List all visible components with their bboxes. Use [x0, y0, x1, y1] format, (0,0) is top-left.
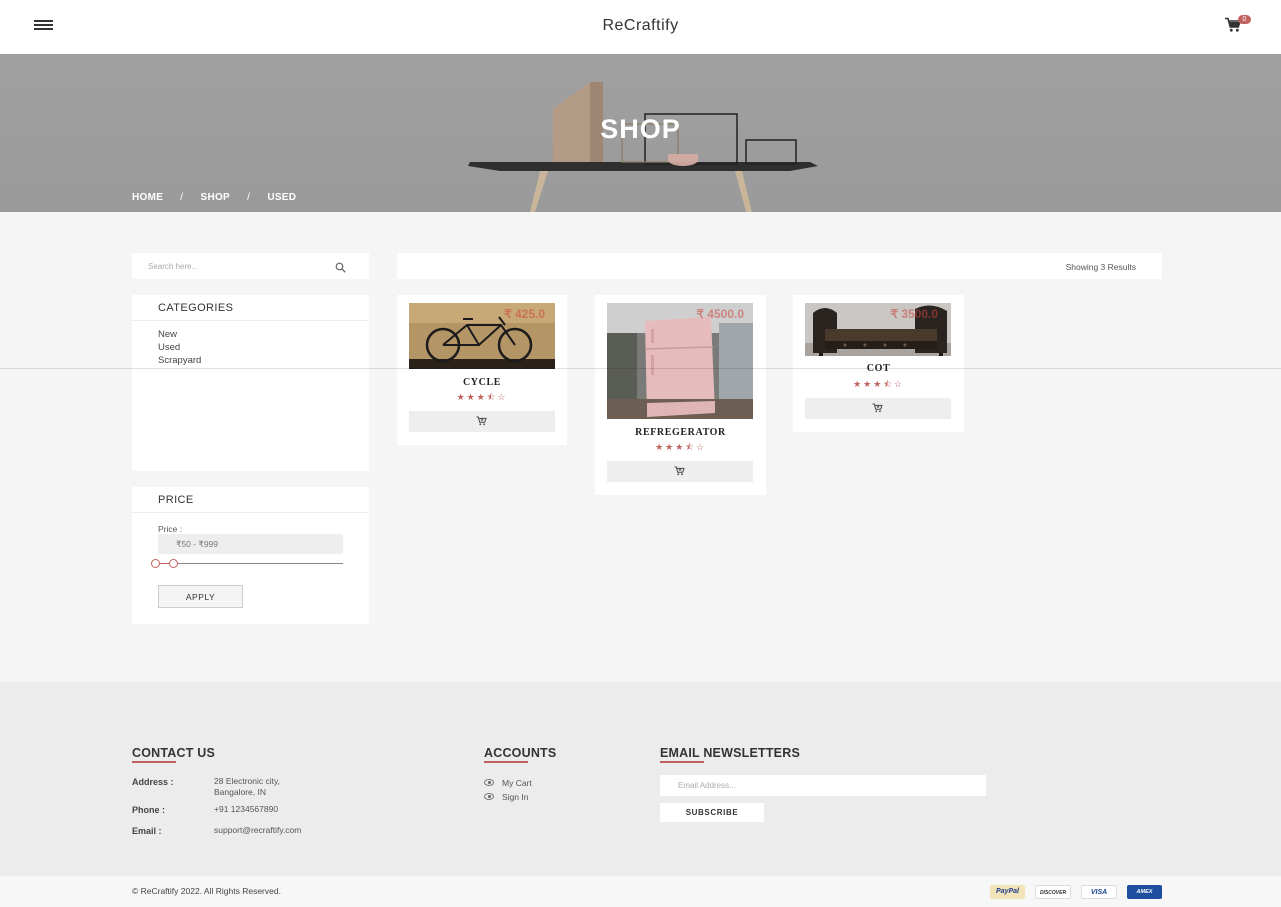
apply-price-button[interactable]: APPLY	[158, 585, 243, 608]
email-label: Email :	[132, 826, 162, 836]
eye-icon	[484, 793, 494, 800]
top-header: ReCraftify 0	[0, 0, 1281, 54]
newsletter-title: EMAIL NEWSLETTERS	[660, 746, 800, 760]
search-icon[interactable]	[335, 262, 346, 273]
search-box	[132, 253, 369, 279]
add-to-cart-button[interactable]	[409, 411, 555, 432]
divider	[132, 320, 369, 321]
breadcrumb-shop[interactable]: SHOP	[200, 192, 230, 203]
add-to-cart-icon	[476, 416, 487, 426]
product-card-refregerator[interactable]: ₹ 4500.0 REFREGERATOR ★★★⯪☆	[595, 295, 766, 495]
product-rating: ★★★⯪☆	[655, 442, 706, 452]
categories-title: CATEGORIES	[158, 302, 234, 314]
address-line-2: Bangalore, IN	[214, 787, 266, 797]
results-bar: Showing 3 Results	[397, 253, 1162, 279]
hero-title: SHOP	[600, 114, 681, 144]
email-value[interactable]: support@recraftify.com	[214, 825, 301, 836]
address-line-1: 28 Electronic city,	[214, 776, 280, 786]
product-price: ₹ 4500.0	[696, 307, 744, 321]
category-scrapyard[interactable]: Scrapyard	[158, 355, 201, 366]
cart-count-badge: 0	[1238, 15, 1251, 24]
product-name[interactable]: CYCLE	[397, 377, 567, 388]
price-slider-min-handle[interactable]	[151, 559, 160, 568]
title-underline	[660, 761, 704, 763]
subscribe-button[interactable]: SUBSCRIBE	[660, 803, 764, 822]
price-panel: PRICE Price : ₹50 - ₹999 APPLY	[132, 487, 369, 624]
product-name[interactable]: REFREGERATOR	[595, 427, 766, 438]
breadcrumb-separator: /	[180, 192, 184, 203]
contact-us-title: CONTACT US	[132, 746, 216, 760]
add-to-cart-button[interactable]	[805, 398, 951, 419]
sign-in-label: Sign In	[502, 792, 529, 802]
bottom-bar: © ReCraftify 2022. All Rights Reserved. …	[0, 876, 1281, 907]
product-card-cycle[interactable]: ₹ 425.0 CYCLE ★★★⯪☆	[397, 295, 567, 445]
my-cart-label: My Cart	[502, 778, 532, 788]
category-new[interactable]: New	[158, 329, 177, 340]
add-to-cart-icon	[674, 466, 685, 476]
product-rating: ★★★⯪☆	[456, 392, 508, 402]
product-price: ₹ 3500.0	[890, 307, 938, 321]
phone-label: Phone :	[132, 805, 165, 815]
address-label: Address :	[132, 777, 174, 787]
price-slider-track[interactable]	[152, 563, 343, 564]
price-title: PRICE	[158, 494, 194, 506]
price-label: Price :	[158, 524, 183, 534]
divider	[132, 512, 369, 513]
sign-in-link[interactable]: Sign In	[484, 792, 528, 802]
hero-banner: SHOP HOME / SHOP / USED	[0, 54, 1281, 212]
results-count: Showing 3 Results	[1065, 262, 1136, 272]
divider	[0, 368, 1281, 369]
breadcrumb-used[interactable]: USED	[267, 192, 296, 203]
product-price: ₹ 425.0	[504, 307, 545, 321]
title-underline	[132, 761, 176, 763]
my-cart-link[interactable]: My Cart	[484, 778, 532, 788]
footer	[0, 682, 1281, 876]
brand-title[interactable]: ReCraftify	[0, 17, 1281, 35]
title-underline	[484, 761, 528, 763]
product-card-cot[interactable]: ₹ 3500.0 COT ★★★⯪☆	[793, 295, 964, 432]
breadcrumb-separator: /	[247, 192, 251, 203]
discover-icon: DISCOVER	[1035, 885, 1071, 899]
price-range-field[interactable]: ₹50 - ₹999	[158, 534, 343, 554]
newsletter-email-input[interactable]	[660, 775, 986, 796]
search-input[interactable]	[148, 259, 328, 273]
accounts-title: ACCOUNTS	[484, 746, 557, 760]
product-rating: ★★★⯪☆	[853, 379, 904, 389]
category-used[interactable]: Used	[158, 342, 180, 353]
paypal-icon: PayPal	[990, 885, 1025, 899]
amex-icon: AMEX	[1127, 885, 1162, 899]
categories-panel: CATEGORIES New Used Scrapyard	[132, 295, 369, 471]
eye-icon	[484, 779, 494, 786]
phone-value: +91 1234567890	[214, 804, 279, 814]
copyright-text: © ReCraftify 2022. All Rights Reserved.	[132, 886, 281, 896]
add-to-cart-icon	[872, 403, 883, 413]
price-slider-max-handle[interactable]	[169, 559, 178, 568]
breadcrumb-home[interactable]: HOME	[132, 192, 163, 203]
add-to-cart-button[interactable]	[607, 461, 753, 482]
breadcrumb: HOME / SHOP / USED	[132, 192, 310, 203]
visa-icon: VISA	[1081, 885, 1117, 899]
